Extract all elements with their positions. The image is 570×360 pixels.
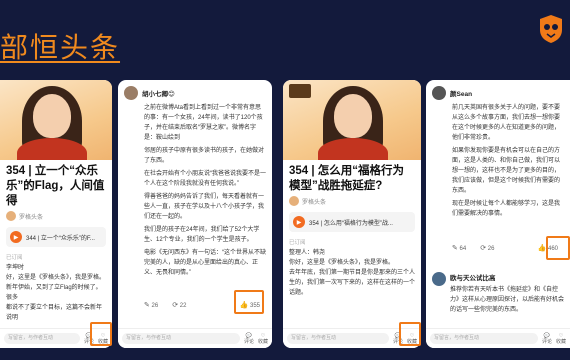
phone-screen-1: 354 | 立一个“众乐乐”的Flag，人间值得 罗格头条 ▶ 344 | 立一… xyxy=(0,80,112,348)
reply-count[interactable]: ✎ 64 xyxy=(452,244,466,252)
author-avatar xyxy=(289,196,299,206)
subscribe-status: 已订阅 xyxy=(6,255,23,261)
reply-avatar xyxy=(432,272,446,286)
author-avatar xyxy=(6,211,16,221)
reply-count[interactable]: ✎ 26 xyxy=(144,301,158,309)
audio-player[interactable]: ▶ 354 | 怎么用“福格行为模型”战... xyxy=(289,212,415,232)
share-count[interactable]: ⟳ 22 xyxy=(172,301,186,309)
article-cover-image xyxy=(283,80,421,160)
brand-badge-icon xyxy=(289,84,311,98)
article-text-3: 去年年底，我们第一期节目是你是那来的三个人生的，我们第一次写下来的，这样在这样的… xyxy=(289,270,416,296)
commenter-avatar xyxy=(432,86,446,100)
reply-name[interactable]: 欧与天公试比高 xyxy=(450,272,564,282)
phone-screen-4: 颜Sean 前几天英国有很多关于人的问题，要不要从这么多个故事方面，我们去想一想… xyxy=(426,80,570,348)
comment-input[interactable]: 写留言，与作者互动 xyxy=(430,333,538,344)
audio-title: 354 | 怎么用“福格行为模型”战... xyxy=(309,220,393,227)
play-icon[interactable]: ▶ xyxy=(10,231,22,243)
audio-title: 344 | 立一个“众乐乐”的F... xyxy=(26,235,95,242)
comment-bar: 写留言，与作者互动 💬 评论 ♡ 收藏 xyxy=(118,328,272,348)
favorite-icon[interactable]: ♡ 收藏 xyxy=(258,333,268,345)
article-text-1: 李坤时 xyxy=(6,265,25,271)
favorite-icon[interactable]: ♡ 收藏 xyxy=(556,333,566,345)
article-title: 354 | 怎么用“福格行为模型”战胜拖延症? xyxy=(289,165,405,192)
reply-text: 推荐你若有天听本书《拖延症》和《自控力》这样从心理原因探讨，以后能有好机会的话写… xyxy=(450,287,565,313)
thumbs-up-icon: 👍 xyxy=(537,245,547,252)
play-icon[interactable]: ▶ xyxy=(293,216,305,228)
comment-paragraph-3: 现在是时候让每个人都能够学习，这是我们需要解决的事情。 xyxy=(452,201,561,217)
comment-paragraph-1: 前几天英国有很多关于人的问题，要不要从这么多个故事方面，我们去想一想你要在这个时… xyxy=(452,105,561,141)
author-name[interactable]: 罗格头条 xyxy=(19,212,43,221)
article-title: 354 | 立一个“众乐乐”的Flag，人间值得 xyxy=(6,165,105,207)
phone-screen-3: 354 | 怎么用“福格行为模型”战胜拖延症? 罗格头条 ▶ 354 | 怎么用… xyxy=(283,80,421,348)
favorite-highlight xyxy=(399,322,421,346)
shield-logo-icon xyxy=(540,15,562,43)
comment-icon[interactable]: 💬 评论 xyxy=(542,333,552,345)
comment-input[interactable]: 写留言，与作者互动 xyxy=(122,333,240,344)
article-text-3: 新年伊始，又到了立Flag的时候了。很多 xyxy=(6,285,102,301)
subscribe-status: 已订阅 xyxy=(289,240,306,246)
article-cover-image xyxy=(0,80,112,160)
share-count[interactable]: ⟳ 26 xyxy=(480,244,494,252)
article-text-2: 你好，这里是《罗格头条》，我是罗格。 xyxy=(289,260,395,266)
comment-paragraph-1: 之前在微博Ata看到上看到过一个非常有意思的事：有一个女孩，24年间，读书了12… xyxy=(144,105,263,141)
comment-quote: 电影《无问西东》有一句话：“这个世界从不缺完美的人，缺的是从心里面给出的真心、正… xyxy=(144,250,266,276)
comment-input[interactable]: 写留言，与作者互动 xyxy=(287,333,389,344)
comment-paragraph-2: 邻居的孩子中原有很多读书的孩子，在她做对了东西。 xyxy=(144,148,265,164)
commenter-name[interactable]: 胡小七卿😊 xyxy=(142,88,175,98)
comment-paragraph-2: 如果你发现你要是有机会可以在自己的方面，这是人类的、和你自己做，我们可以想一想的… xyxy=(452,148,561,194)
like-highlight xyxy=(234,290,264,314)
comment-paragraph-5: 我们是的孩子在24年间，我们给了52个大学生、12个专业，我们的一个学生是孩子。 xyxy=(144,227,260,243)
article-text-2: 好，这里是《罗格头条》，我是罗格。 xyxy=(6,275,106,281)
article-text-1: 整理人：韩尧 xyxy=(289,250,326,256)
comment-paragraph-3: 在社会开始有个小朋友说“我爸爸说我要不是一个人在这个阶段我就没有任何我说。” xyxy=(144,171,266,187)
article-text-4: 都说不了要立个目标，这篇不会新年说明 xyxy=(6,305,103,321)
commenter-name[interactable]: 颜Sean xyxy=(450,88,472,98)
comment-paragraph-4: 得善爸爸的妈妈告诉了我们，每天看着就有一些人一直，孩子在学以及十八个小孩子学，我… xyxy=(144,194,265,220)
author-name[interactable]: 罗格头条 xyxy=(302,197,326,206)
comment-input[interactable]: 写留言，与作者互动 xyxy=(4,333,80,344)
favorite-highlight xyxy=(90,322,112,346)
page-title: 部恒头条 xyxy=(0,31,121,64)
comment-icon[interactable]: 💬 评论 xyxy=(244,333,254,345)
commenter-avatar xyxy=(124,86,138,100)
audio-player[interactable]: ▶ 344 | 立一个“众乐乐”的F... xyxy=(6,227,106,247)
like-highlight xyxy=(546,236,570,260)
comment-bar: 写留言，与作者互动 💬 评论 ♡ 收藏 xyxy=(426,328,570,348)
